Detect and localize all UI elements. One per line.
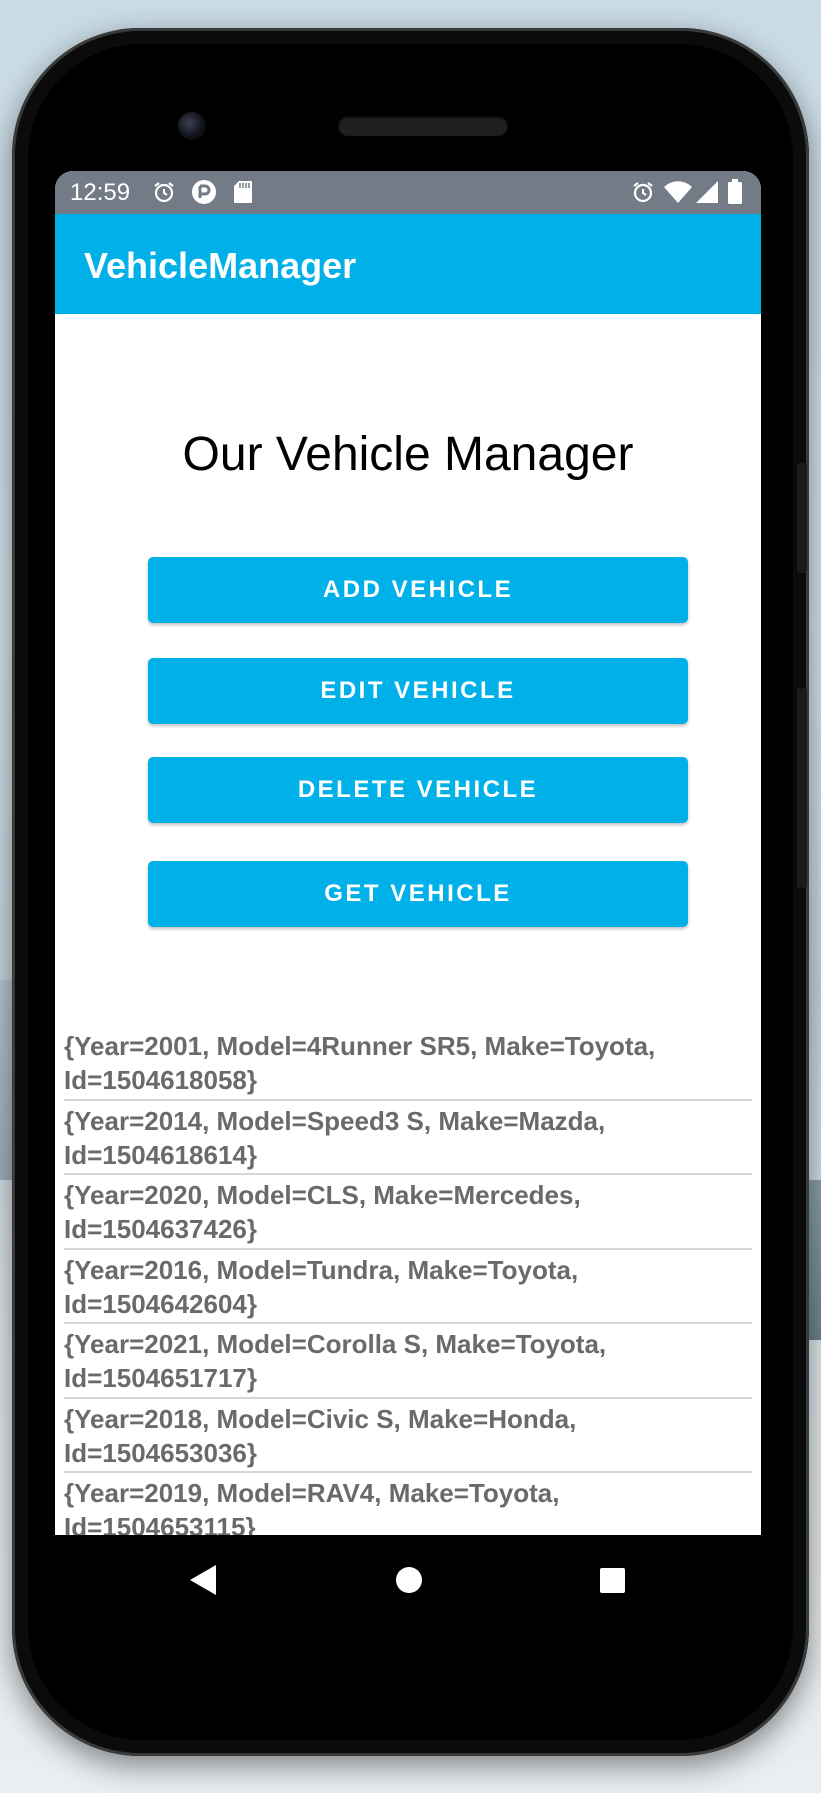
power-button xyxy=(797,688,807,888)
list-item[interactable]: {Year=2014, Model=Speed3 S, Make=Mazda, … xyxy=(64,1101,752,1175)
back-icon[interactable] xyxy=(188,1563,218,1602)
list-item[interactable]: {Year=2020, Model=CLS, Make=Mercedes, Id… xyxy=(64,1175,752,1250)
recents-icon[interactable] xyxy=(596,1563,628,1602)
earpiece-speaker xyxy=(338,116,508,136)
wifi-icon xyxy=(663,180,693,204)
edit-vehicle-button[interactable]: EDIT VEHICLE xyxy=(148,658,688,724)
add-vehicle-button[interactable]: ADD VEHICLE xyxy=(148,557,688,623)
app-bar: VehicleManager xyxy=(55,214,761,314)
alarm-icon-right xyxy=(631,180,655,204)
list-item[interactable]: {Year=2019, Model=RAV4, Make=Toyota, Id=… xyxy=(64,1473,752,1535)
status-bar: 12:59 xyxy=(55,171,761,214)
list-item[interactable]: {Year=2018, Model=Civic S, Make=Honda, I… xyxy=(64,1399,752,1473)
app-title: VehicleManager xyxy=(84,245,357,286)
delete-vehicle-button[interactable]: DELETE VEHICLE xyxy=(148,757,688,823)
battery-icon xyxy=(727,179,743,204)
sd-card-icon xyxy=(233,180,253,204)
alarm-icon xyxy=(152,180,176,204)
list-item[interactable]: {Year=2001, Model=4Runner SR5, Make=Toyo… xyxy=(64,1026,752,1101)
navigation-bar xyxy=(55,1535,761,1625)
volume-button xyxy=(797,463,807,573)
signal-icon xyxy=(695,180,719,204)
device-screen: 12:59 VehicleManager Our Vehicle Manager… xyxy=(55,171,761,1535)
vehicle-list[interactable]: {Year=2001, Model=4Runner SR5, Make=Toyo… xyxy=(64,1026,752,1535)
home-icon[interactable] xyxy=(393,1563,425,1602)
list-item[interactable]: {Year=2016, Model=Tundra, Make=Toyota, I… xyxy=(64,1250,752,1324)
front-camera xyxy=(178,112,206,140)
list-item[interactable]: {Year=2021, Model=Corolla S, Make=Toyota… xyxy=(64,1324,752,1399)
p-badge-icon xyxy=(191,180,217,204)
get-vehicle-button[interactable]: GET VEHICLE xyxy=(148,861,688,927)
page-heading: Our Vehicle Manager xyxy=(182,428,634,481)
status-time: 12:59 xyxy=(70,179,131,206)
